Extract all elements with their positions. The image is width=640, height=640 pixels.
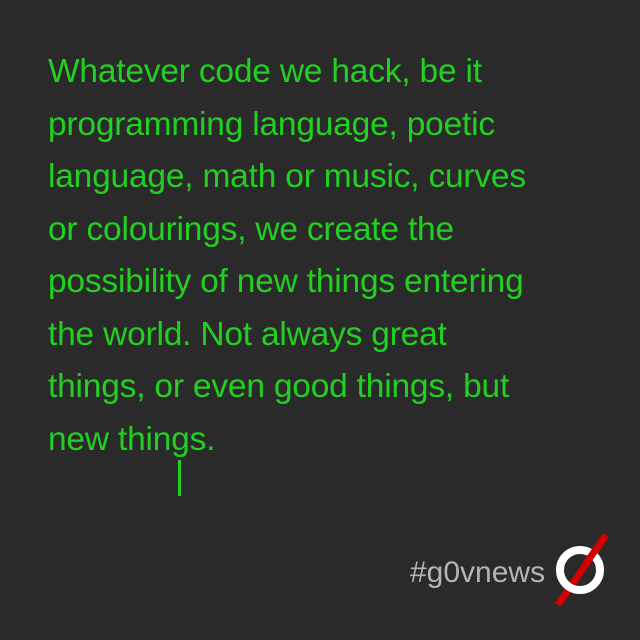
quote-card: Whatever code we hack, be it programming… — [0, 0, 640, 640]
hashtag-label: #g0vnews — [410, 556, 546, 589]
text-cursor — [178, 460, 181, 496]
g0v-logo-icon — [555, 533, 609, 606]
quote-text: Whatever code we hack, be it programming… — [48, 53, 526, 458]
